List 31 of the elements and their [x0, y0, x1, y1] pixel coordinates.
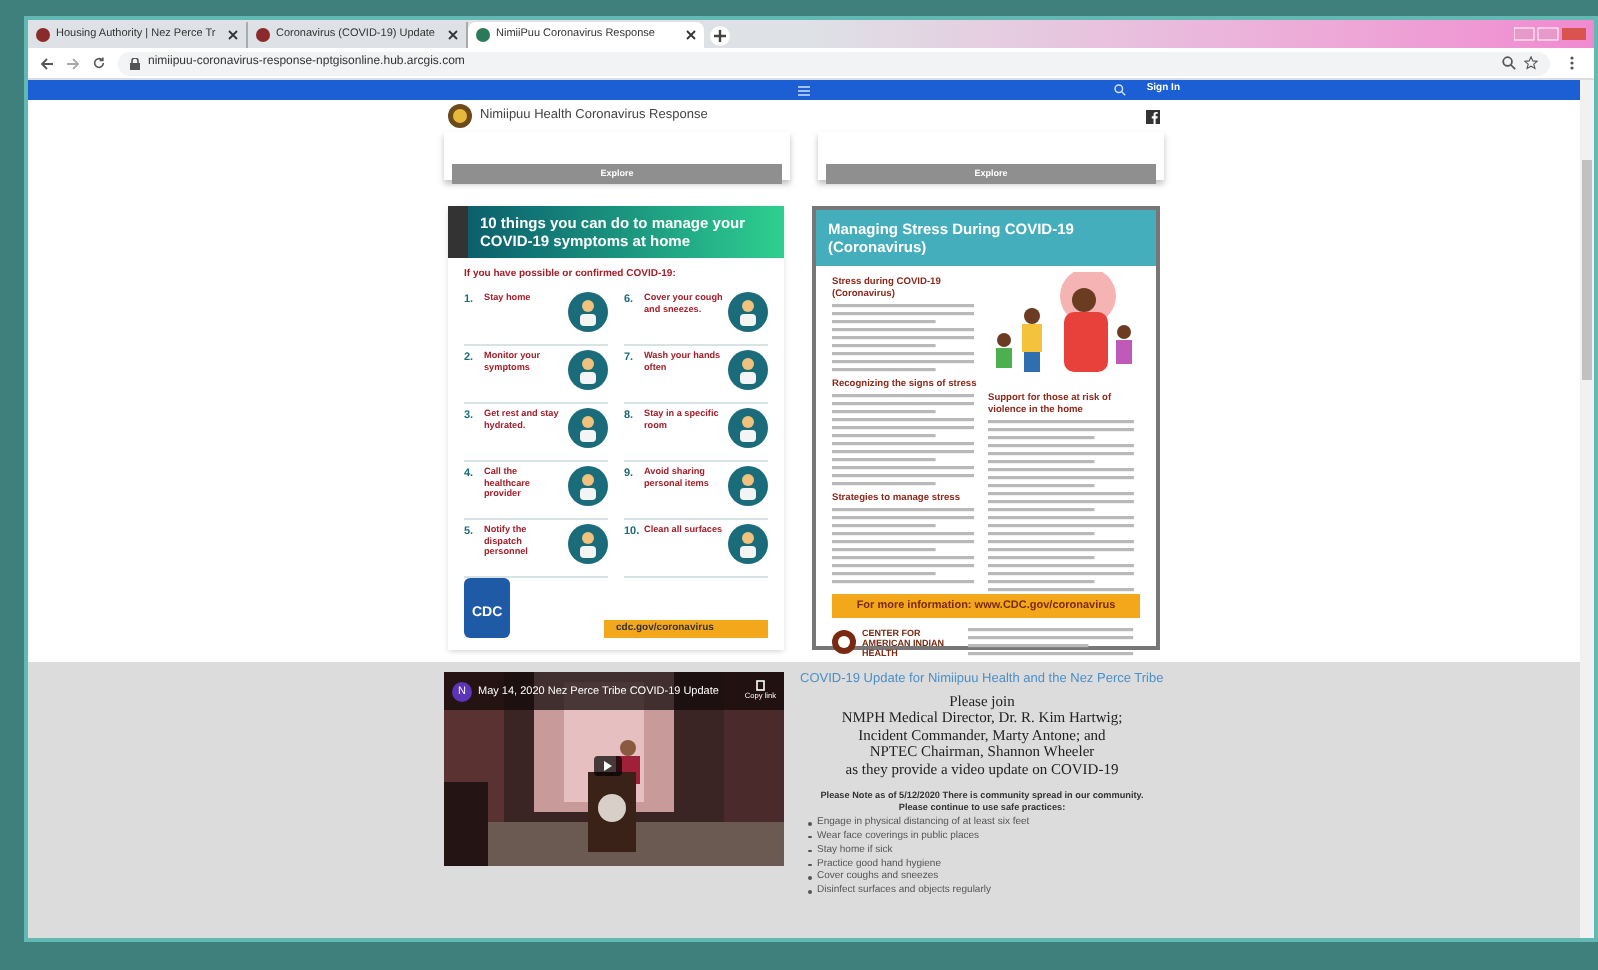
round-illustration-icon [568, 466, 608, 506]
header-accent-bar [448, 206, 468, 257]
new-tab-icon[interactable] [710, 26, 730, 46]
round-illustration-icon [728, 466, 768, 506]
round-illustration-icon [568, 292, 608, 332]
play-icon[interactable] [594, 756, 622, 776]
star-icon[interactable] [1524, 56, 1538, 70]
close-icon[interactable] [686, 30, 696, 40]
round-illustration-icon [728, 524, 768, 564]
round-illustration-icon [728, 292, 768, 332]
site-icon [476, 28, 490, 42]
close-icon[interactable] [228, 30, 238, 40]
site-icon [36, 28, 50, 42]
search-icon[interactable] [1114, 84, 1127, 96]
round-illustration-icon [728, 350, 768, 390]
scrollbar[interactable] [1580, 80, 1594, 938]
copy-icon[interactable] [755, 680, 766, 692]
close-icon[interactable] [448, 30, 458, 40]
logo-icon [448, 104, 472, 128]
menu-icon[interactable] [798, 85, 810, 95]
zoom-icon[interactable] [1502, 56, 1516, 70]
back-icon[interactable] [40, 57, 54, 69]
round-illustration-icon [568, 408, 608, 448]
round-illustration-icon [728, 408, 768, 448]
site-icon [256, 28, 270, 42]
facebook-icon[interactable] [1146, 109, 1160, 123]
window-controls-icon[interactable] [1514, 26, 1586, 42]
lock-icon [130, 57, 140, 69]
reload-icon[interactable] [92, 56, 106, 70]
round-illustration-icon [568, 350, 608, 390]
round-illustration-icon [568, 524, 608, 564]
